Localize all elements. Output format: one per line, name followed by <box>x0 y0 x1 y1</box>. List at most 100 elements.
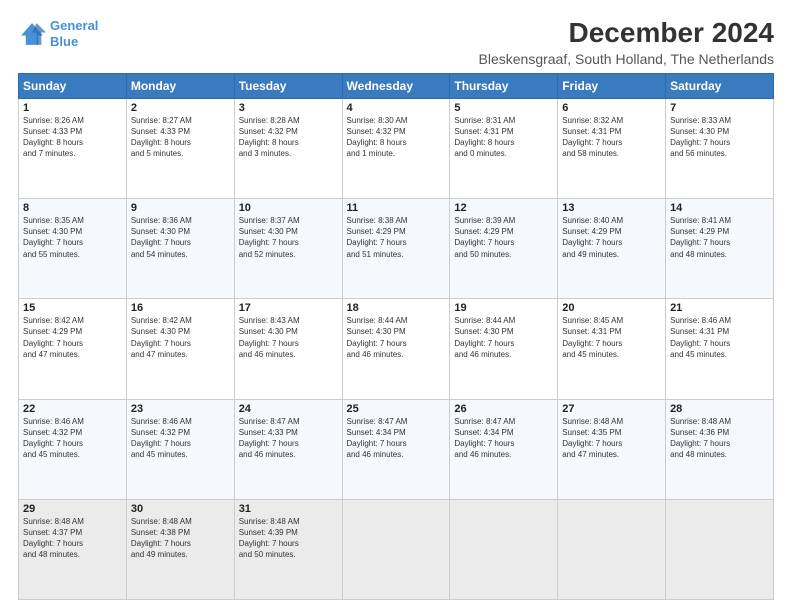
day-number: 17 <box>239 302 338 314</box>
calendar-cell: 7Sunrise: 8:33 AM Sunset: 4:30 PM Daylig… <box>666 98 774 198</box>
calendar-cell: 28Sunrise: 8:48 AM Sunset: 4:36 PM Dayli… <box>666 399 774 499</box>
calendar-cell: 11Sunrise: 8:38 AM Sunset: 4:29 PM Dayli… <box>342 199 450 299</box>
day-number: 20 <box>562 302 661 314</box>
day-number: 30 <box>131 503 230 515</box>
calendar-cell: 24Sunrise: 8:47 AM Sunset: 4:33 PM Dayli… <box>234 399 342 499</box>
cell-info: Sunrise: 8:47 AM Sunset: 4:33 PM Dayligh… <box>239 416 338 461</box>
calendar-cell: 2Sunrise: 8:27 AM Sunset: 4:33 PM Daylig… <box>126 98 234 198</box>
cell-info: Sunrise: 8:47 AM Sunset: 4:34 PM Dayligh… <box>347 416 446 461</box>
header: General Blue December 2024 Bleskensgraaf… <box>18 18 774 67</box>
cell-info: Sunrise: 8:38 AM Sunset: 4:29 PM Dayligh… <box>347 215 446 260</box>
calendar-week-row: 29Sunrise: 8:48 AM Sunset: 4:37 PM Dayli… <box>19 499 774 599</box>
calendar-week-row: 15Sunrise: 8:42 AM Sunset: 4:29 PM Dayli… <box>19 299 774 399</box>
day-number: 12 <box>454 202 553 214</box>
calendar-col-friday: Friday <box>558 73 666 98</box>
day-number: 6 <box>562 102 661 114</box>
calendar-cell <box>342 499 450 599</box>
logo-text: General Blue <box>50 18 98 49</box>
calendar-cell: 4Sunrise: 8:30 AM Sunset: 4:32 PM Daylig… <box>342 98 450 198</box>
calendar-cell: 18Sunrise: 8:44 AM Sunset: 4:30 PM Dayli… <box>342 299 450 399</box>
calendar-cell: 27Sunrise: 8:48 AM Sunset: 4:35 PM Dayli… <box>558 399 666 499</box>
day-number: 18 <box>347 302 446 314</box>
cell-info: Sunrise: 8:47 AM Sunset: 4:34 PM Dayligh… <box>454 416 553 461</box>
day-number: 16 <box>131 302 230 314</box>
calendar-cell: 30Sunrise: 8:48 AM Sunset: 4:38 PM Dayli… <box>126 499 234 599</box>
calendar-cell: 20Sunrise: 8:45 AM Sunset: 4:31 PM Dayli… <box>558 299 666 399</box>
day-number: 5 <box>454 102 553 114</box>
day-number: 27 <box>562 403 661 415</box>
main-title: December 2024 <box>479 18 774 49</box>
cell-info: Sunrise: 8:30 AM Sunset: 4:32 PM Dayligh… <box>347 115 446 160</box>
cell-info: Sunrise: 8:44 AM Sunset: 4:30 PM Dayligh… <box>347 315 446 360</box>
calendar-week-row: 1Sunrise: 8:26 AM Sunset: 4:33 PM Daylig… <box>19 98 774 198</box>
calendar-cell: 26Sunrise: 8:47 AM Sunset: 4:34 PM Dayli… <box>450 399 558 499</box>
day-number: 22 <box>23 403 122 415</box>
cell-info: Sunrise: 8:48 AM Sunset: 4:38 PM Dayligh… <box>131 516 230 561</box>
calendar-cell: 15Sunrise: 8:42 AM Sunset: 4:29 PM Dayli… <box>19 299 127 399</box>
calendar-table: SundayMondayTuesdayWednesdayThursdayFrid… <box>18 73 774 600</box>
day-number: 1 <box>23 102 122 114</box>
day-number: 13 <box>562 202 661 214</box>
cell-info: Sunrise: 8:39 AM Sunset: 4:29 PM Dayligh… <box>454 215 553 260</box>
day-number: 7 <box>670 102 769 114</box>
calendar-cell: 12Sunrise: 8:39 AM Sunset: 4:29 PM Dayli… <box>450 199 558 299</box>
calendar-col-monday: Monday <box>126 73 234 98</box>
cell-info: Sunrise: 8:37 AM Sunset: 4:30 PM Dayligh… <box>239 215 338 260</box>
day-number: 4 <box>347 102 446 114</box>
calendar-cell: 29Sunrise: 8:48 AM Sunset: 4:37 PM Dayli… <box>19 499 127 599</box>
logo-line2: Blue <box>50 34 78 49</box>
calendar-cell: 16Sunrise: 8:42 AM Sunset: 4:30 PM Dayli… <box>126 299 234 399</box>
cell-info: Sunrise: 8:48 AM Sunset: 4:35 PM Dayligh… <box>562 416 661 461</box>
cell-info: Sunrise: 8:48 AM Sunset: 4:36 PM Dayligh… <box>670 416 769 461</box>
calendar-cell: 23Sunrise: 8:46 AM Sunset: 4:32 PM Dayli… <box>126 399 234 499</box>
calendar-week-row: 8Sunrise: 8:35 AM Sunset: 4:30 PM Daylig… <box>19 199 774 299</box>
day-number: 28 <box>670 403 769 415</box>
calendar-cell: 8Sunrise: 8:35 AM Sunset: 4:30 PM Daylig… <box>19 199 127 299</box>
cell-info: Sunrise: 8:33 AM Sunset: 4:30 PM Dayligh… <box>670 115 769 160</box>
cell-info: Sunrise: 8:48 AM Sunset: 4:39 PM Dayligh… <box>239 516 338 561</box>
day-number: 3 <box>239 102 338 114</box>
day-number: 15 <box>23 302 122 314</box>
day-number: 24 <box>239 403 338 415</box>
cell-info: Sunrise: 8:40 AM Sunset: 4:29 PM Dayligh… <box>562 215 661 260</box>
calendar-header-row: SundayMondayTuesdayWednesdayThursdayFrid… <box>19 73 774 98</box>
day-number: 8 <box>23 202 122 214</box>
day-number: 23 <box>131 403 230 415</box>
cell-info: Sunrise: 8:43 AM Sunset: 4:30 PM Dayligh… <box>239 315 338 360</box>
calendar-col-thursday: Thursday <box>450 73 558 98</box>
cell-info: Sunrise: 8:46 AM Sunset: 4:32 PM Dayligh… <box>131 416 230 461</box>
calendar-cell: 3Sunrise: 8:28 AM Sunset: 4:32 PM Daylig… <box>234 98 342 198</box>
logo-line1: General <box>50 18 98 33</box>
cell-info: Sunrise: 8:36 AM Sunset: 4:30 PM Dayligh… <box>131 215 230 260</box>
calendar-cell: 13Sunrise: 8:40 AM Sunset: 4:29 PM Dayli… <box>558 199 666 299</box>
cell-info: Sunrise: 8:32 AM Sunset: 4:31 PM Dayligh… <box>562 115 661 160</box>
calendar-col-sunday: Sunday <box>19 73 127 98</box>
calendar-cell: 5Sunrise: 8:31 AM Sunset: 4:31 PM Daylig… <box>450 98 558 198</box>
day-number: 10 <box>239 202 338 214</box>
day-number: 11 <box>347 202 446 214</box>
cell-info: Sunrise: 8:46 AM Sunset: 4:31 PM Dayligh… <box>670 315 769 360</box>
calendar-week-row: 22 Sunrise: 8:46 AM Sunset: 4:32 PM Dayli… <box>19 399 774 499</box>
cell-info: Sunrise: 8:42 AM Sunset: 4:29 PM Dayligh… <box>23 315 122 360</box>
cell-info: Sunrise: 8:28 AM Sunset: 4:32 PM Dayligh… <box>239 115 338 160</box>
calendar-cell <box>558 499 666 599</box>
day-number: 31 <box>239 503 338 515</box>
cell-info: Sunrise: 8:41 AM Sunset: 4:29 PM Dayligh… <box>670 215 769 260</box>
calendar-cell: 14Sunrise: 8:41 AM Sunset: 4:29 PM Dayli… <box>666 199 774 299</box>
calendar-col-wednesday: Wednesday <box>342 73 450 98</box>
logo-icon <box>18 20 46 48</box>
cell-info: Sunrise: 8:42 AM Sunset: 4:30 PM Dayligh… <box>131 315 230 360</box>
cell-info: Sunrise: 8:27 AM Sunset: 4:33 PM Dayligh… <box>131 115 230 160</box>
subtitle: Bleskensgraaf, South Holland, The Nether… <box>479 51 774 67</box>
cell-info: Sunrise: 8:31 AM Sunset: 4:31 PM Dayligh… <box>454 115 553 160</box>
calendar-cell: 31Sunrise: 8:48 AM Sunset: 4:39 PM Dayli… <box>234 499 342 599</box>
day-number: 14 <box>670 202 769 214</box>
calendar-cell <box>450 499 558 599</box>
logo: General Blue <box>18 18 98 49</box>
calendar-cell <box>666 499 774 599</box>
cell-info: Sunrise: 8:26 AM Sunset: 4:33 PM Dayligh… <box>23 115 122 160</box>
calendar-cell: 9Sunrise: 8:36 AM Sunset: 4:30 PM Daylig… <box>126 199 234 299</box>
calendar-cell: 1Sunrise: 8:26 AM Sunset: 4:33 PM Daylig… <box>19 98 127 198</box>
calendar-cell: 19Sunrise: 8:44 AM Sunset: 4:30 PM Dayli… <box>450 299 558 399</box>
calendar-col-tuesday: Tuesday <box>234 73 342 98</box>
